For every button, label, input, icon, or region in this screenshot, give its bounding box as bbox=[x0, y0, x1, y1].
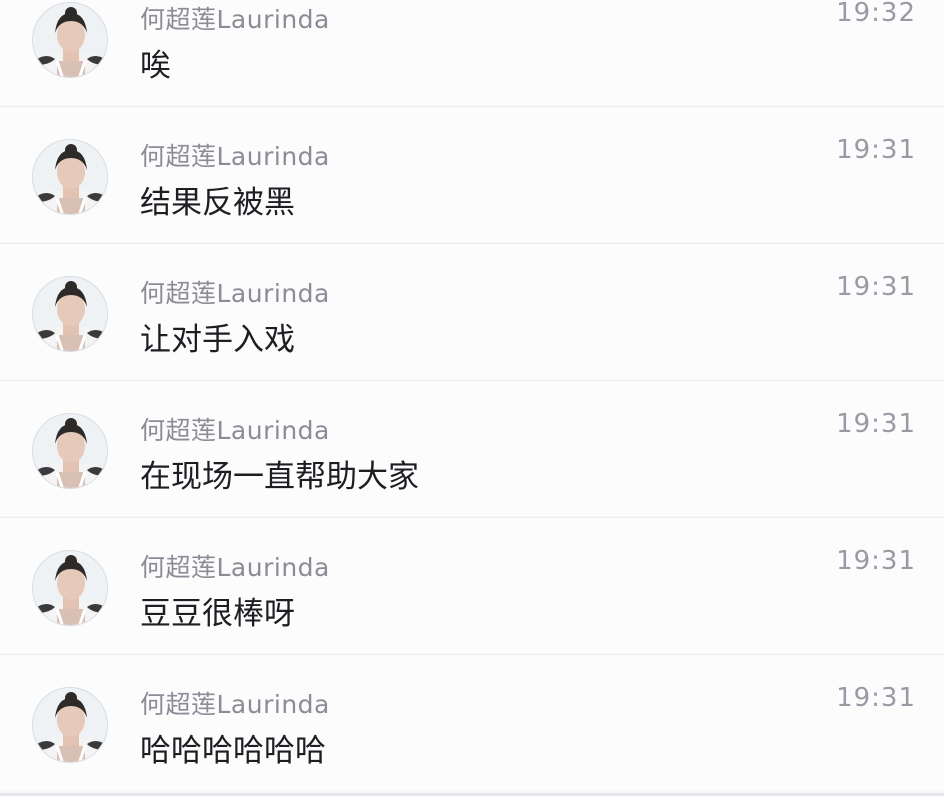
message-time: 19:31 bbox=[836, 546, 916, 576]
sender-name: 何超莲Laurinda bbox=[140, 690, 330, 719]
message-item[interactable]: 何超莲Laurinda 19:31 在现场一直帮助大家 bbox=[0, 380, 944, 516]
message-text: 哈哈哈哈哈哈 bbox=[140, 733, 326, 769]
sender-name: 何超莲Laurinda bbox=[140, 5, 330, 34]
message-text: 结果反被黑 bbox=[140, 185, 295, 221]
avatar-photo-icon bbox=[33, 277, 107, 351]
avatar[interactable] bbox=[32, 2, 108, 78]
message-item[interactable]: 何超莲Laurinda 19:31 豆豆很棒呀 bbox=[0, 517, 944, 653]
avatar[interactable] bbox=[32, 687, 108, 763]
avatar-photo-icon bbox=[33, 551, 107, 625]
avatar-photo-icon bbox=[33, 3, 107, 77]
message-text: 让对手入戏 bbox=[140, 322, 295, 358]
message-item[interactable]: 何超莲Laurinda 19:31 让对手入戏 bbox=[0, 243, 944, 379]
message-time: 19:32 bbox=[836, 0, 916, 28]
message-time: 19:31 bbox=[836, 409, 916, 439]
avatar[interactable] bbox=[32, 413, 108, 489]
sender-name: 何超莲Laurinda bbox=[140, 416, 330, 445]
message-time: 19:31 bbox=[836, 272, 916, 302]
message-time: 19:31 bbox=[836, 683, 916, 713]
avatar[interactable] bbox=[32, 276, 108, 352]
sender-name: 何超莲Laurinda bbox=[140, 553, 330, 582]
message-text: 豆豆很棒呀 bbox=[140, 596, 295, 632]
message-item[interactable]: 何超莲Laurinda 19:31 哈哈哈哈哈哈 bbox=[0, 654, 944, 790]
avatar[interactable] bbox=[32, 550, 108, 626]
avatar-photo-icon bbox=[33, 688, 107, 762]
message-item[interactable]: 何超莲Laurinda 19:32 唉 bbox=[0, 0, 944, 105]
message-item[interactable]: 何超莲Laurinda 19:31 结果反被黑 bbox=[0, 106, 944, 242]
message-time: 19:31 bbox=[836, 135, 916, 165]
message-text: 唉 bbox=[140, 48, 171, 84]
sender-name: 何超莲Laurinda bbox=[140, 142, 330, 171]
message-list: 何超莲Laurinda 19:32 唉 何超莲Laurinda 19:31 结果… bbox=[0, 0, 944, 791]
avatar-photo-icon bbox=[33, 140, 107, 214]
sender-name: 何超莲Laurinda bbox=[140, 279, 330, 308]
avatar-photo-icon bbox=[33, 414, 107, 488]
message-text: 在现场一直帮助大家 bbox=[140, 459, 419, 495]
avatar[interactable] bbox=[32, 139, 108, 215]
